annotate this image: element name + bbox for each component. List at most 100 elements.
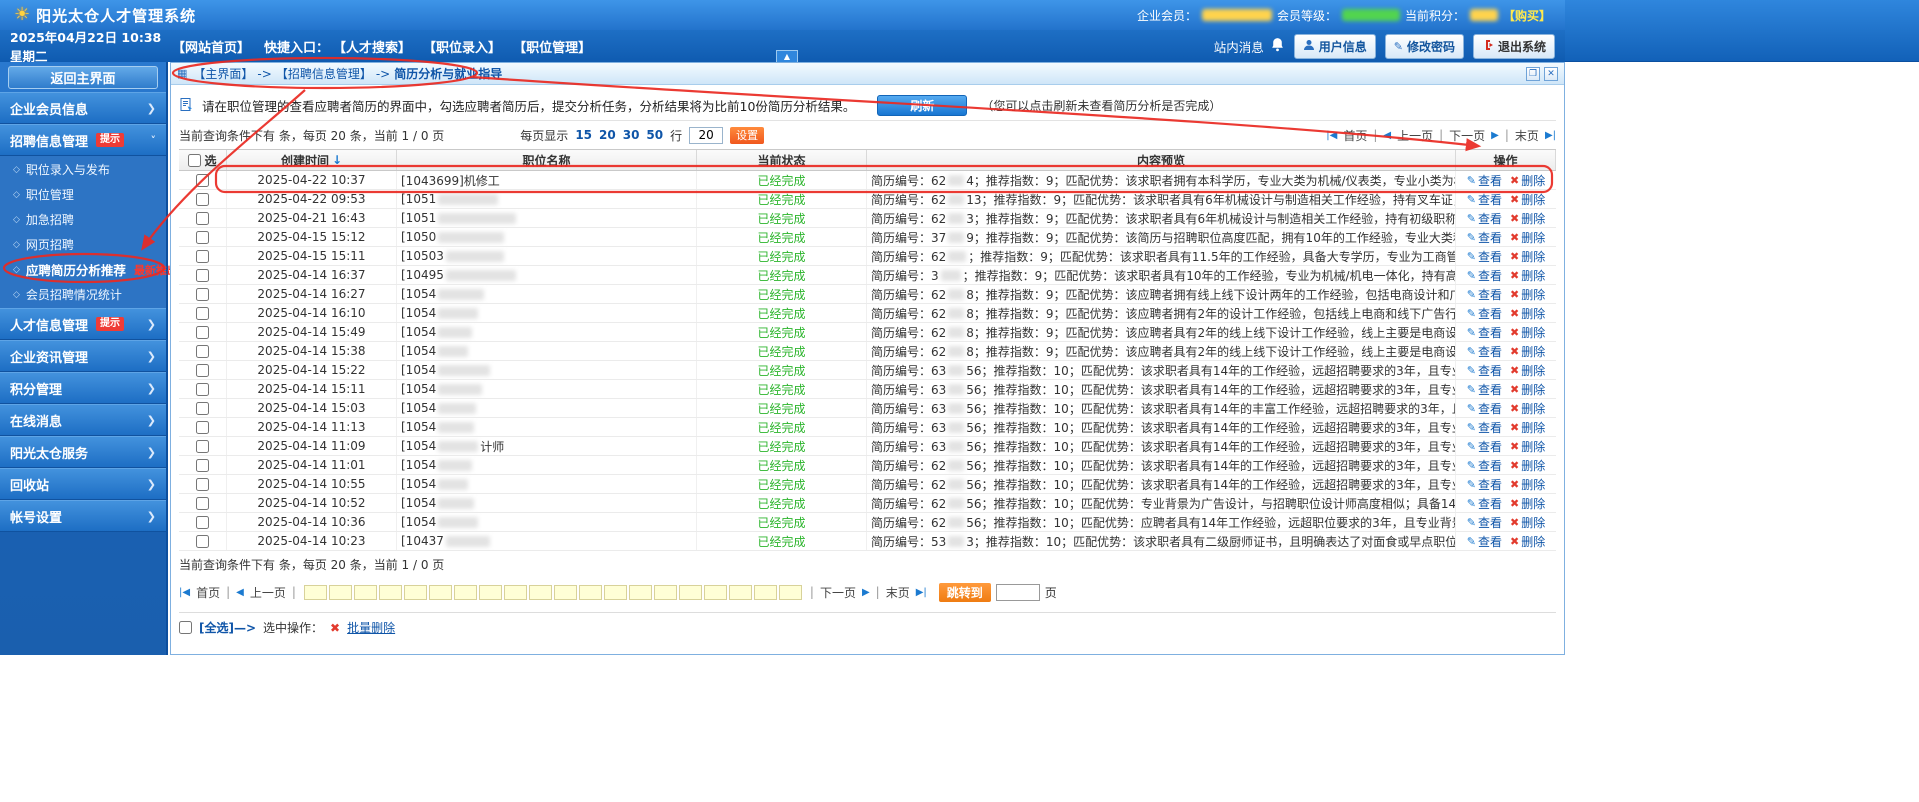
next-page-link[interactable]: 下一页 bbox=[1449, 127, 1485, 144]
sidebar-subitem[interactable]: ◇ 应聘简历分析推荐 最新推出 bbox=[0, 257, 178, 282]
view-link[interactable]: ✎ 查看 bbox=[1467, 400, 1502, 417]
delete-link[interactable]: ✖ 删除 bbox=[1510, 305, 1545, 322]
per-page-option[interactable]: 50 bbox=[646, 128, 663, 142]
buy-points-link[interactable]: 【购买】 bbox=[1503, 7, 1551, 24]
view-link[interactable]: ✎ 查看 bbox=[1467, 438, 1502, 455]
page-box[interactable] bbox=[403, 584, 427, 600]
sidebar-item[interactable]: 招聘信息管理 提示 ˅ bbox=[0, 124, 166, 156]
delete-link[interactable]: ✖ 删除 bbox=[1510, 172, 1545, 189]
page-box[interactable] bbox=[628, 584, 652, 600]
view-link[interactable]: ✎ 查看 bbox=[1467, 514, 1502, 531]
row-checkbox[interactable] bbox=[196, 211, 209, 225]
view-link[interactable]: ✎ 查看 bbox=[1467, 210, 1502, 227]
delete-link[interactable]: ✖ 删除 bbox=[1510, 324, 1545, 341]
view-link[interactable]: ✎ 查看 bbox=[1467, 381, 1502, 398]
view-link[interactable]: ✎ 查看 bbox=[1467, 305, 1502, 322]
sidebar-subitem[interactable]: ◇ 加急招聘 bbox=[0, 207, 166, 232]
delete-link[interactable]: ✖ 删除 bbox=[1510, 362, 1545, 379]
row-checkbox[interactable] bbox=[196, 268, 209, 282]
page-box[interactable] bbox=[328, 584, 352, 600]
bulk-delete-link[interactable]: 批量删除 bbox=[347, 619, 395, 636]
row-checkbox[interactable] bbox=[196, 439, 209, 453]
next-page-link[interactable]: 下一页 bbox=[820, 584, 856, 601]
change-password-button[interactable]: ✎ 修改密码 bbox=[1384, 33, 1464, 59]
row-checkbox[interactable] bbox=[196, 344, 209, 358]
delete-link[interactable]: ✖ 删除 bbox=[1510, 495, 1545, 512]
sidebar-subitem[interactable]: ◇ 职位管理 bbox=[0, 182, 166, 207]
page-box[interactable] bbox=[378, 584, 402, 600]
sidebar-subitem[interactable]: ◇ 会员招聘情况统计 bbox=[0, 282, 166, 307]
row-checkbox[interactable] bbox=[196, 287, 209, 301]
breadcrumb-recruit-mgmt[interactable]: 【招聘信息管理】 bbox=[276, 65, 372, 82]
per-page-option[interactable]: 30 bbox=[623, 128, 640, 142]
last-page-link[interactable]: 末页 bbox=[1515, 127, 1539, 144]
quick-link[interactable]: 【职位管理】 bbox=[513, 37, 591, 56]
page-box[interactable] bbox=[453, 584, 477, 600]
row-checkbox[interactable] bbox=[196, 477, 209, 491]
delete-link[interactable]: ✖ 删除 bbox=[1510, 438, 1545, 455]
row-checkbox[interactable] bbox=[196, 249, 209, 263]
sidebar-item[interactable]: 在线消息 ❯ bbox=[0, 404, 166, 436]
view-link[interactable]: ✎ 查看 bbox=[1467, 343, 1502, 360]
view-link[interactable]: ✎ 查看 bbox=[1467, 286, 1502, 303]
site-messages-button[interactable]: 站内消息 bbox=[1214, 37, 1285, 56]
delete-link[interactable]: ✖ 删除 bbox=[1510, 419, 1545, 436]
view-link[interactable]: ✎ 查看 bbox=[1467, 267, 1502, 284]
row-checkbox[interactable] bbox=[196, 515, 209, 529]
delete-link[interactable]: ✖ 删除 bbox=[1510, 343, 1545, 360]
last-page-link[interactable]: 末页 bbox=[886, 584, 910, 601]
sidebar-item[interactable]: 人才信息管理 提示 ❯ bbox=[0, 308, 166, 340]
page-box[interactable] bbox=[478, 584, 502, 600]
breadcrumb-main[interactable]: 【主界面】 bbox=[193, 65, 253, 82]
created-column-label[interactable]: 创建时间 bbox=[281, 152, 329, 169]
row-checkbox[interactable] bbox=[196, 420, 209, 434]
delete-link[interactable]: ✖ 删除 bbox=[1510, 514, 1545, 531]
user-info-button[interactable]: 用户信息 bbox=[1293, 33, 1376, 59]
delete-link[interactable]: ✖ 删除 bbox=[1510, 533, 1545, 550]
row-checkbox[interactable] bbox=[196, 363, 209, 377]
quick-link[interactable]: 【人才搜索】 bbox=[333, 37, 411, 56]
back-to-main-button[interactable]: 返回主界面 bbox=[8, 66, 158, 89]
view-link[interactable]: ✎ 查看 bbox=[1467, 172, 1502, 189]
delete-link[interactable]: ✖ 删除 bbox=[1510, 248, 1545, 265]
row-checkbox[interactable] bbox=[196, 496, 209, 510]
page-box[interactable] bbox=[578, 584, 602, 600]
page-box[interactable] bbox=[553, 584, 577, 600]
sidebar-item[interactable]: 帐号设置 ❯ bbox=[0, 500, 166, 532]
row-checkbox[interactable] bbox=[196, 401, 209, 415]
delete-link[interactable]: ✖ 删除 bbox=[1510, 267, 1545, 284]
row-checkbox[interactable] bbox=[196, 325, 209, 339]
page-box[interactable] bbox=[703, 584, 727, 600]
sidebar-item[interactable]: 阳光太仓服务 ❯ bbox=[0, 436, 166, 468]
page-box[interactable] bbox=[678, 584, 702, 600]
sidebar-item[interactable]: 积分管理 ❯ bbox=[0, 372, 166, 404]
close-window-button[interactable]: ✕ bbox=[1544, 66, 1558, 81]
sidebar-subitem[interactable]: ◇ 网页招聘 bbox=[0, 232, 166, 257]
sidebar-item[interactable]: 企业资讯管理 ❯ bbox=[0, 340, 166, 372]
jump-to-page-button[interactable]: 跳转到 bbox=[938, 582, 991, 602]
row-checkbox[interactable] bbox=[196, 192, 209, 206]
delete-link[interactable]: ✖ 删除 bbox=[1510, 286, 1545, 303]
page-box[interactable] bbox=[653, 584, 677, 600]
row-checkbox[interactable] bbox=[196, 306, 209, 320]
page-box[interactable] bbox=[728, 584, 752, 600]
page-box[interactable] bbox=[603, 584, 627, 600]
row-checkbox[interactable] bbox=[196, 230, 209, 244]
delete-link[interactable]: ✖ 删除 bbox=[1510, 381, 1545, 398]
per-page-input[interactable] bbox=[689, 126, 724, 144]
per-page-option[interactable]: 15 bbox=[575, 128, 592, 142]
row-checkbox[interactable] bbox=[196, 534, 209, 548]
select-all-link[interactable]: [全选]—> bbox=[199, 619, 256, 636]
view-link[interactable]: ✎ 查看 bbox=[1467, 248, 1502, 265]
per-page-option[interactable]: 20 bbox=[599, 128, 616, 142]
collapse-header-button[interactable]: ▲ bbox=[776, 50, 798, 62]
refresh-button[interactable]: 刷新 bbox=[877, 95, 968, 116]
delete-link[interactable]: ✖ 删除 bbox=[1510, 191, 1545, 208]
jump-page-input[interactable] bbox=[995, 583, 1040, 601]
page-box[interactable] bbox=[528, 584, 552, 600]
view-link[interactable]: ✎ 查看 bbox=[1467, 324, 1502, 341]
sidebar-item[interactable]: 回收站 ❯ bbox=[0, 468, 166, 500]
first-page-link[interactable]: 首页 bbox=[196, 584, 220, 601]
view-link[interactable]: ✎ 查看 bbox=[1467, 457, 1502, 474]
page-box[interactable] bbox=[503, 584, 527, 600]
